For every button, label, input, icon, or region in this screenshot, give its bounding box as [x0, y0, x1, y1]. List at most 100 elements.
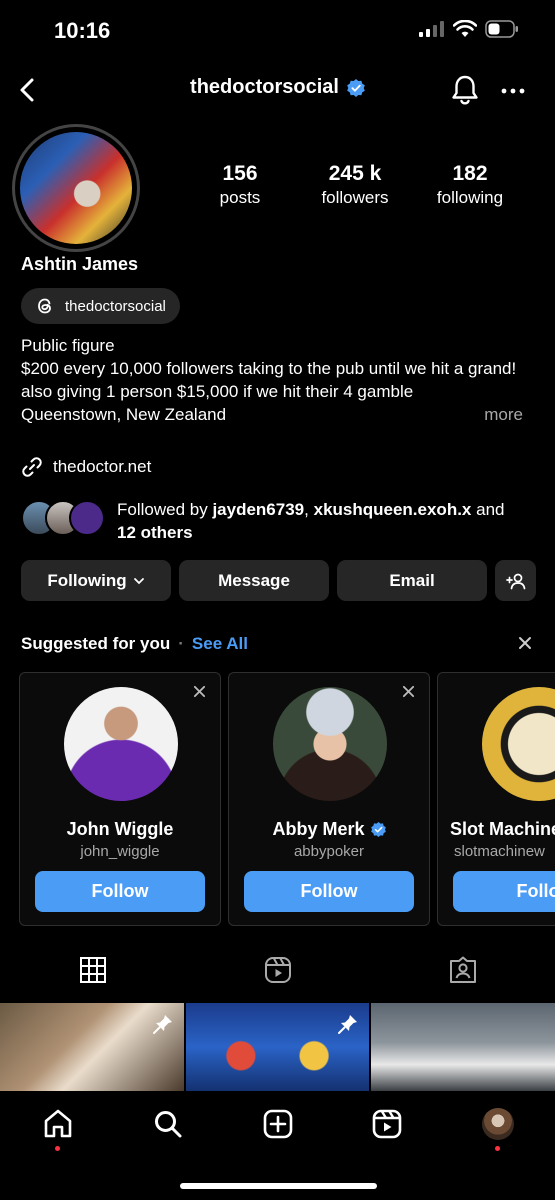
post-thumbnail[interactable] [185, 1003, 370, 1091]
profile-full-name: Ashtin James [21, 254, 139, 274]
profile-bio: Public figure $200 every 10,000 follower… [21, 334, 523, 426]
add-person-icon [505, 573, 525, 589]
nav-home[interactable] [42, 1108, 74, 1140]
stat-followers[interactable]: 245 k followers [315, 162, 395, 208]
bottom-navigation [0, 1092, 555, 1200]
chevron-down-icon [133, 577, 144, 584]
wifi-icon [453, 20, 477, 37]
bio-category: Public figure [21, 336, 115, 355]
mutual-avatars [21, 498, 105, 538]
message-button[interactable]: Message [179, 560, 329, 601]
tab-posts-grid[interactable] [0, 956, 185, 984]
suggested-name-text: Abby Merk [272, 819, 365, 839]
mutual-user[interactable]: jayden6739 [212, 500, 304, 519]
stat-posts[interactable]: 156 posts [200, 162, 280, 208]
stat-value: 182 [452, 162, 488, 185]
profile-stats: 156 posts 245 k followers 182 following [200, 162, 510, 208]
mutual-user[interactable]: xkushqueen.exoh.x [314, 500, 472, 519]
profile-actions: Following Message Email [21, 560, 536, 601]
stat-following[interactable]: 182 following [430, 162, 510, 208]
notifications-button[interactable] [450, 74, 480, 106]
home-indicator [180, 1183, 377, 1189]
bio-line: Queenstown, New Zealand [21, 405, 227, 424]
bio-line: also giving 1 person $15,000 if we hit t… [21, 382, 414, 401]
stat-label: posts [219, 188, 261, 207]
follow-button[interactable]: Follow [35, 871, 205, 912]
dismiss-suggestions-button[interactable] [518, 636, 532, 650]
stat-label: following [436, 188, 504, 207]
suggested-name: Abby Merk [229, 819, 429, 840]
suggested-title: Suggested for you [21, 634, 171, 653]
suggested-card[interactable]: John Wiggle john_wiggle Follow [19, 672, 221, 926]
dismiss-card-button[interactable] [193, 685, 206, 698]
separator: , [304, 500, 309, 519]
following-button-label: Following [47, 570, 127, 590]
post-thumbnail[interactable] [371, 1003, 555, 1091]
avatar [69, 500, 105, 536]
suggest-people-button[interactable] [495, 560, 536, 601]
reels-icon [372, 1109, 402, 1139]
followed-by-and: and [476, 500, 505, 519]
suggested-cards: John Wiggle john_wiggle Follow Abby Merk… [19, 672, 555, 926]
suggested-name: Slot Machine [438, 819, 555, 840]
profile-link-text: thedoctor.net [53, 457, 152, 476]
notification-dot [55, 1146, 60, 1151]
tab-tagged[interactable] [370, 956, 555, 984]
separator-dot: · [178, 634, 184, 653]
nav-create[interactable] [262, 1108, 294, 1140]
dismiss-card-button[interactable] [402, 685, 415, 698]
status-icons [419, 20, 519, 38]
bio-more-link[interactable]: more [484, 403, 523, 426]
follow-button[interactable]: Follow [453, 871, 555, 912]
verified-badge-icon [347, 78, 365, 97]
bio-line: $200 every 10,000 followers taking to th… [21, 359, 517, 378]
mutual-others[interactable]: 12 others [117, 523, 193, 542]
see-all-link[interactable]: See All [192, 634, 248, 654]
profile-tabs [0, 956, 555, 984]
suggested-card[interactable]: Abby Merk abbypoker Follow [228, 672, 430, 926]
suggested-card[interactable]: Slot Machine slotmachinew Follow [437, 672, 555, 926]
close-icon [519, 637, 531, 649]
add-post-icon [263, 1109, 293, 1139]
link-icon [22, 457, 42, 477]
suggested-username: slotmachinew [454, 843, 545, 860]
notification-dot [495, 1146, 500, 1151]
grid-icon [79, 957, 106, 983]
following-button[interactable]: Following [21, 560, 171, 601]
verified-badge-icon [370, 822, 386, 837]
email-button[interactable]: Email [337, 560, 487, 601]
header-username: thedoctorsocial [190, 76, 339, 98]
profile-link[interactable]: thedoctor.net [21, 456, 151, 478]
close-icon [193, 685, 206, 698]
tagged-icon [449, 956, 476, 983]
more-options-button[interactable] [500, 78, 526, 104]
suggested-avatar [482, 687, 555, 801]
nav-search[interactable] [152, 1108, 184, 1140]
suggested-username: abbypoker [293, 843, 365, 860]
stat-label: followers [321, 188, 389, 207]
suggested-name-text: Slot Machine [450, 819, 555, 839]
nav-profile-avatar[interactable] [482, 1108, 514, 1140]
threads-badge[interactable]: thedoctorsocial [21, 288, 180, 324]
tab-reels[interactable] [185, 956, 370, 984]
suggested-username: john_wiggle [80, 843, 160, 860]
nav-reels[interactable] [371, 1108, 403, 1140]
close-icon [402, 685, 415, 698]
suggested-name-text: John Wiggle [66, 819, 174, 839]
stat-value: 156 [222, 162, 258, 185]
suggested-name: John Wiggle [20, 819, 220, 840]
reels-icon [264, 957, 291, 983]
home-icon [44, 1109, 72, 1138]
suggested-avatar [273, 687, 387, 801]
threads-logo-icon [38, 298, 51, 314]
stat-value: 245 k [328, 162, 382, 185]
followed-by-text: Followed by jayden6739, xkushqueen.exoh.… [117, 498, 517, 544]
more-horizontal-icon [501, 88, 525, 94]
followed-by[interactable]: Followed by jayden6739, xkushqueen.exoh.… [21, 498, 517, 544]
bell-icon [452, 75, 478, 105]
follow-button[interactable]: Follow [244, 871, 414, 912]
status-time: 10:16 [54, 18, 111, 43]
post-thumbnail[interactable] [0, 1003, 184, 1091]
profile-avatar[interactable] [12, 124, 140, 252]
suggested-avatar [64, 687, 178, 801]
